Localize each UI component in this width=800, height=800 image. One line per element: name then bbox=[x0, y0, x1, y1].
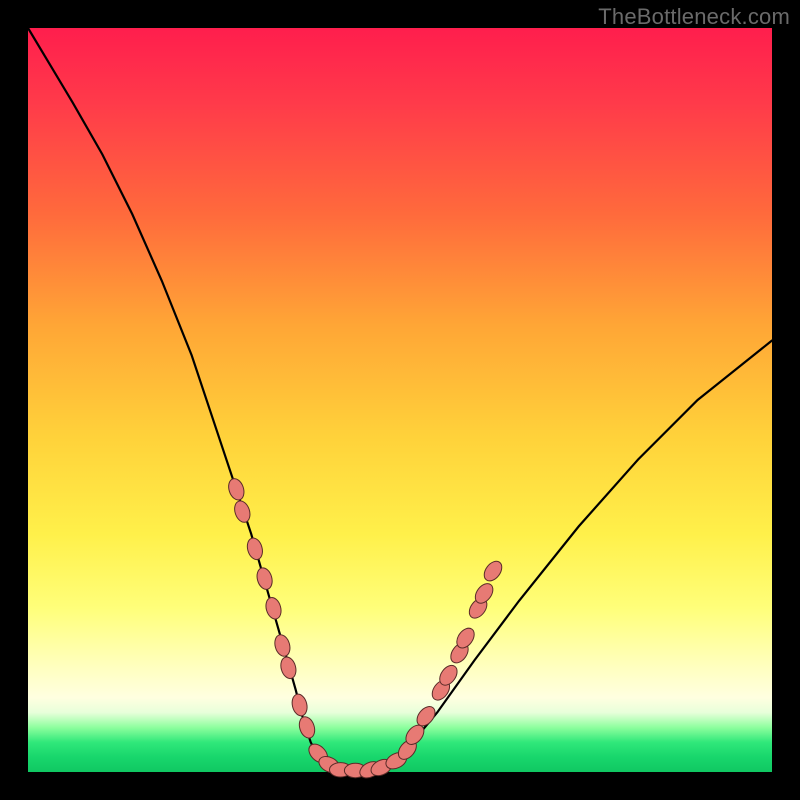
curve-marker bbox=[255, 566, 275, 591]
watermark-text: TheBottleneck.com bbox=[598, 4, 790, 30]
bottleneck-curve bbox=[28, 28, 772, 772]
curve-marker bbox=[226, 477, 247, 502]
curve-marker bbox=[264, 596, 284, 621]
marker-group bbox=[226, 477, 505, 782]
chart-frame: TheBottleneck.com bbox=[0, 0, 800, 800]
curve-marker bbox=[272, 633, 292, 658]
curve-marker bbox=[297, 715, 318, 740]
curve-marker bbox=[481, 558, 506, 584]
curve-marker bbox=[232, 499, 253, 524]
curve-marker bbox=[278, 655, 298, 680]
curve-marker bbox=[290, 693, 309, 718]
plot-area bbox=[28, 28, 772, 772]
curve-marker bbox=[245, 536, 265, 561]
curve-svg bbox=[28, 28, 772, 772]
